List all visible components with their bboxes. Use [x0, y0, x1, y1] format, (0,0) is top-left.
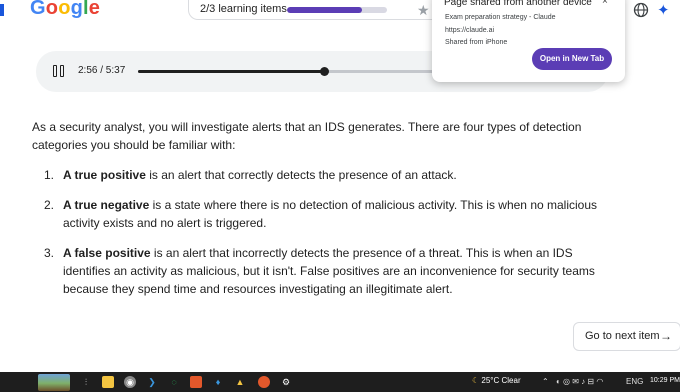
reading-content: As a security analyst, you will investig… — [32, 118, 622, 310]
pause-icon[interactable] — [53, 65, 65, 77]
logo-letter: o — [58, 0, 71, 19]
seek-bar-played — [138, 70, 324, 73]
definition: is an alert that correctly detects the p… — [145, 168, 457, 182]
taskbar: ⫶ ◉ ❯ ◌ ♦ ▲ ⚙ ☾ 25°C Clear ⌃ ◐ ◎ ✉ ♪ ⊟ ◠… — [0, 372, 680, 392]
weather-widget[interactable]: ☾ 25°C Clear — [472, 376, 521, 385]
whatsapp-icon[interactable]: ◌ — [168, 376, 180, 388]
list-item: 2. A true negative is a state where ther… — [32, 196, 622, 232]
list-number: 3. — [44, 246, 55, 260]
chevron-up-icon[interactable]: ⌃ — [542, 377, 549, 386]
weather-text: 25°C Clear — [481, 376, 521, 385]
list-item: 3. A false positive is an alert that inc… — [32, 244, 622, 298]
logo-letter: o — [45, 0, 59, 19]
app-icon[interactable] — [258, 376, 270, 388]
google-logo[interactable]: Google — [30, 0, 100, 20]
term: A true positive — [63, 168, 146, 182]
arrow-right-icon: → — [660, 329, 672, 343]
shared-page-popup: Page shared from another device × Exam p… — [432, 0, 625, 82]
shared-page-url: https://claude.ai — [445, 27, 495, 34]
list-item: 1. A true positive is an alert that corr… — [32, 166, 622, 184]
chrome-icon[interactable]: ◉ — [124, 376, 136, 388]
learning-progress[interactable]: 2/3 learning items — [188, 0, 450, 20]
star-icon[interactable]: ★ — [417, 2, 430, 19]
sidebar-edge-icon[interactable] — [0, 4, 4, 16]
widgets-thumbnail[interactable] — [38, 374, 70, 391]
open-in-new-tab-button[interactable]: Open in New Tab — [532, 48, 612, 70]
app-icon[interactable] — [190, 376, 202, 388]
file-explorer-icon[interactable] — [102, 376, 114, 388]
close-icon[interactable]: × — [602, 0, 608, 7]
drive-icon[interactable]: ▲ — [234, 376, 246, 388]
tray-icons[interactable]: ◐ ◎ ✉ ♪ ⊟ ◠ — [556, 377, 603, 386]
list-number: 1. — [44, 168, 55, 182]
term: A true negative — [63, 198, 150, 212]
task-view-icon[interactable]: ⫶ — [80, 376, 92, 388]
progress-bar — [287, 7, 387, 13]
term: A false positive — [63, 246, 151, 260]
playback-time: 2:56 / 5:37 — [78, 65, 126, 76]
seek-handle[interactable] — [319, 67, 329, 76]
page-bottom — [0, 362, 680, 372]
clock[interactable]: 10:29 PM — [650, 377, 680, 384]
logo-letter: g — [70, 0, 84, 19]
logo-letter: G — [30, 0, 46, 19]
settings-icon[interactable]: ⚙ — [280, 376, 292, 388]
sparkle-icon[interactable]: ✦ — [657, 1, 670, 19]
progress-bar-fill — [287, 7, 362, 13]
seek-bar[interactable] — [138, 67, 438, 76]
language-indicator[interactable]: ENG — [626, 377, 643, 386]
progress-label: 2/3 learning items — [200, 3, 287, 15]
list-number: 2. — [44, 198, 55, 212]
vscode-icon[interactable]: ❯ — [146, 376, 158, 388]
next-item-label: Go to next item — [585, 330, 660, 342]
next-item-button[interactable]: Go to next item → — [573, 322, 680, 351]
moon-icon: ☾ — [472, 376, 480, 385]
shared-source: Shared from iPhone — [445, 39, 508, 46]
logo-letter: e — [88, 0, 101, 19]
shared-page-title: Exam preparation strategy - Claude — [445, 14, 556, 21]
popup-title: Page shared from another device — [444, 0, 592, 8]
globe-icon[interactable] — [633, 2, 649, 18]
app-icon[interactable]: ♦ — [212, 376, 224, 388]
intro-paragraph: As a security analyst, you will investig… — [32, 120, 582, 152]
